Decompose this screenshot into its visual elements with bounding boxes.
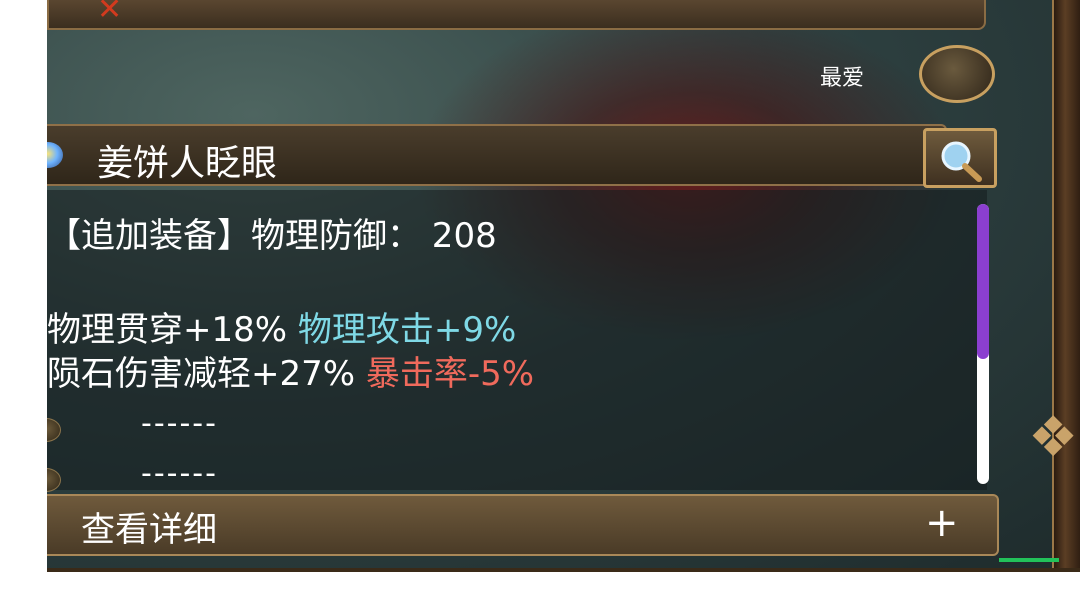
frame-ornament-icon: ❖	[1028, 405, 1079, 470]
stat-right: 暴击率-5%	[365, 354, 535, 394]
right-frame-border: ❖	[1028, 0, 1080, 572]
socket-empty-text: ------	[141, 406, 218, 441]
item-name-bar: 姜饼人眨眼	[47, 124, 947, 186]
search-button[interactable]	[923, 128, 997, 188]
item-tooltip-panel: 姜饼人眨眼 【追加装备】物理防御： 208 物理贯穿+18% 物理攻击+9% 陨…	[47, 124, 999, 570]
item-stats-body: 【追加装备】物理防御： 208 物理贯穿+18% 物理攻击+9% 陨石伤害减轻+…	[47, 190, 987, 492]
plus-icon: +	[925, 500, 959, 546]
stat-line: 物理贯穿+18% 物理攻击+9%	[47, 302, 516, 351]
socket-gem-icon	[47, 468, 61, 492]
view-details-label: 查看详细	[81, 510, 217, 550]
favorite-toggle[interactable]	[919, 45, 995, 103]
scrollbar-thumb[interactable]	[977, 204, 989, 359]
view-details-button[interactable]: 查看详细 +	[47, 494, 999, 556]
item-name: 姜饼人眨眼	[97, 143, 278, 184]
favorite-label: 最爱	[820, 66, 865, 91]
rarity-gem-icon	[47, 142, 63, 168]
socket-empty-text: ------	[141, 456, 218, 491]
status-bar-fill	[999, 558, 1059, 562]
top-panel-bar: ✕	[47, 0, 986, 30]
stat-left: 物理贯穿+18%	[47, 310, 288, 350]
game-screen: ✕ 最爱 ❖ 姜饼人眨眼 【追加装备】物理防御： 208 物理贯穿+18% 物理…	[47, 0, 1080, 572]
stat-line: 陨石伤害减轻+27% 暴击率-5%	[47, 346, 534, 395]
scrollbar[interactable]	[977, 204, 989, 484]
stat-left: 陨石伤害减轻+27%	[47, 354, 356, 394]
close-icon[interactable]: ✕	[97, 0, 122, 27]
magnifier-icon	[941, 141, 982, 182]
socket-gem-icon	[47, 418, 61, 442]
bottom-frame-edge	[47, 568, 1080, 572]
stat-right: 物理攻击+9%	[297, 310, 517, 350]
extra-equip-line: 【追加装备】物理防御： 208	[47, 216, 497, 256]
